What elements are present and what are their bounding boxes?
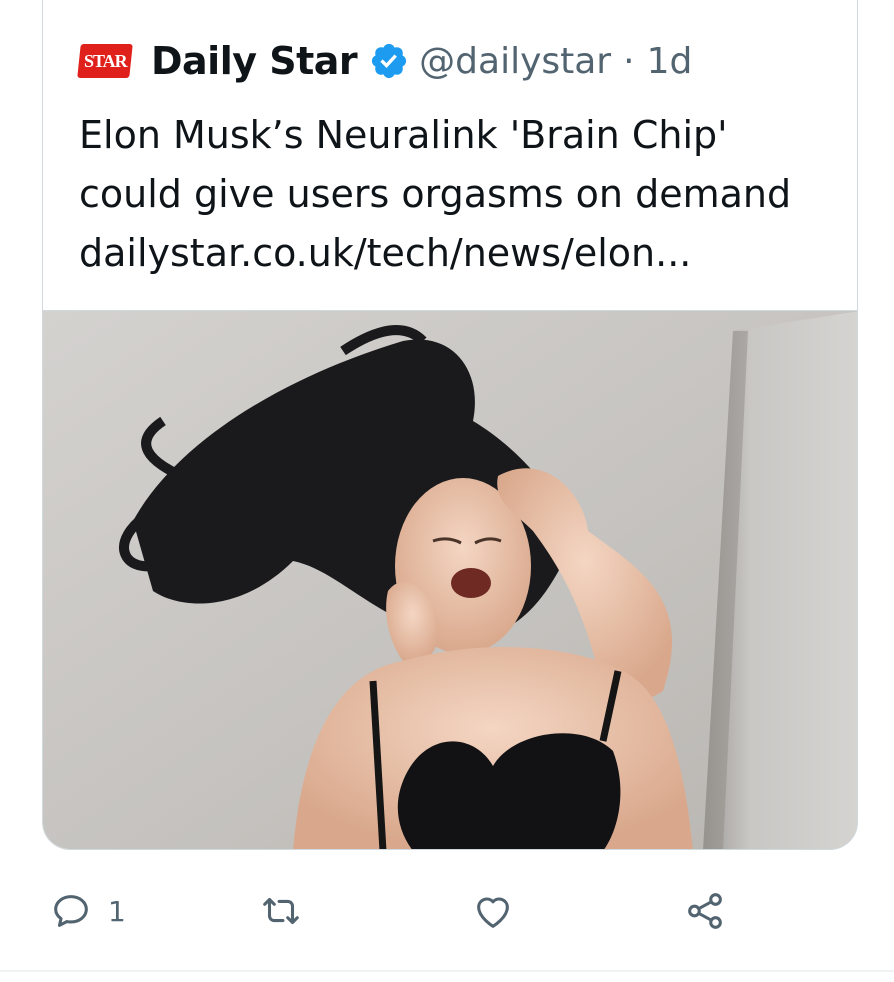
- tweet-header: STAR Daily Star @dailystar · 1d: [77, 36, 693, 86]
- like-icon: [477, 897, 509, 928]
- photo-illustration: [43, 311, 857, 849]
- author-name[interactable]: Daily Star: [151, 39, 358, 83]
- share-button[interactable]: [682, 888, 728, 934]
- verified-icon: [372, 43, 407, 79]
- tweet-text: Elon Musk’s Neuralink 'Brain Chip' could…: [79, 106, 839, 283]
- tweet-card[interactable]: STAR Daily Star @dailystar · 1d Elon Mus…: [42, 0, 858, 850]
- tweet-text-line: Elon Musk’s Neuralink 'Brain Chip': [79, 113, 728, 157]
- share-icon: [688, 893, 722, 929]
- separator-dot: ·: [623, 40, 635, 82]
- author-handle[interactable]: @dailystar: [419, 41, 611, 82]
- tweet-image[interactable]: [43, 310, 857, 849]
- retweet-button[interactable]: [258, 888, 304, 934]
- tweet-link[interactable]: dailystar.co.uk/tech/news/elon...: [79, 224, 839, 283]
- retweet-icon: [263, 897, 299, 925]
- tweet-body: STAR Daily Star @dailystar · 1d Elon Mus…: [43, 0, 857, 310]
- like-button[interactable]: [470, 888, 516, 934]
- logo-text: STAR: [83, 50, 127, 71]
- tweet-actions: 1: [0, 880, 894, 940]
- reply-button[interactable]: 1: [48, 888, 126, 934]
- tweet-time[interactable]: 1d: [647, 41, 693, 82]
- tweet-text-line: could give users orgasms on demand: [79, 172, 792, 216]
- reply-icon: [54, 895, 88, 927]
- reply-count: 1: [108, 894, 126, 928]
- daily-star-logo[interactable]: STAR: [77, 44, 133, 78]
- tweet-divider: [0, 970, 894, 972]
